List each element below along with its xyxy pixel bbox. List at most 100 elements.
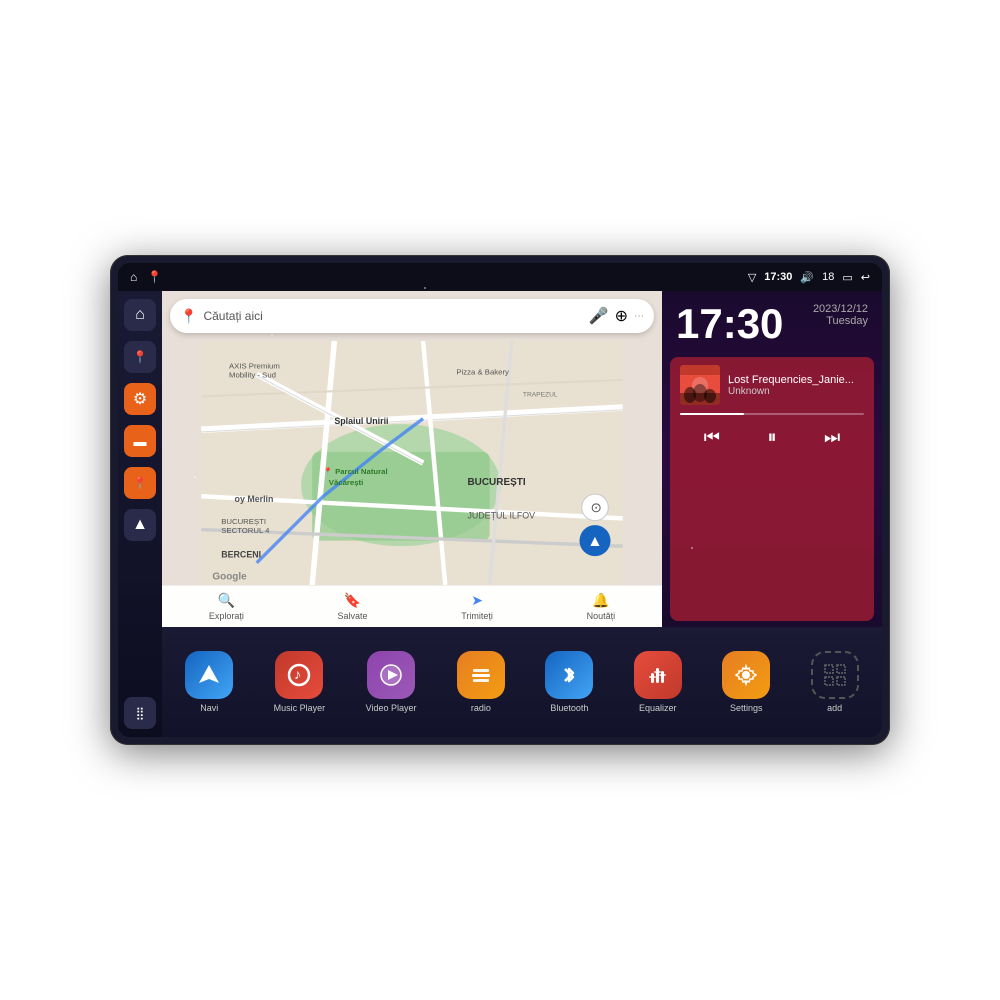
- track-details: Lost Frequencies_Janie... Unknown: [728, 374, 864, 397]
- settings-icon: ⚙: [133, 389, 147, 409]
- wifi-icon: ▽: [748, 271, 756, 284]
- settings-label: Settings: [730, 703, 763, 713]
- svg-text:Google: Google: [212, 571, 247, 582]
- battery-icon: ▭: [842, 271, 852, 284]
- sidebar-arrow-btn[interactable]: ▲: [124, 509, 156, 541]
- app-grid-section: Navi ♪ Music Player: [162, 627, 882, 737]
- location-status-icon: 📍: [147, 270, 162, 284]
- right-panel: 17:30 2023/12/12 Tuesday: [662, 291, 882, 627]
- map-nav-news[interactable]: 🔔 Noutăți: [587, 592, 616, 621]
- music-track-info: Lost Frequencies_Janie... Unknown: [680, 365, 864, 405]
- app-grid: Navi ♪ Music Player: [172, 651, 872, 713]
- arrow-up-icon: ▲: [132, 516, 148, 534]
- music-icon-wrap: ♪: [275, 651, 323, 699]
- svg-text:BUCUREȘTI: BUCUREȘTI: [467, 477, 525, 488]
- clock-time: 17:30: [676, 303, 783, 345]
- svg-text:AXIS Premium: AXIS Premium: [229, 362, 280, 371]
- svg-text:BERCENI: BERCENI: [221, 549, 261, 559]
- map-nav-saved[interactable]: 🔖 Salvate: [338, 592, 368, 621]
- status-bar: ⌂ 📍 ▽ 17:30 🔊 18 ▭ ↩: [118, 263, 882, 291]
- map-nav-send[interactable]: ➤ Trimiteți: [461, 592, 493, 621]
- map-search-icons: 🎤 ⊕ ⋯: [589, 306, 644, 326]
- more-icon[interactable]: ⋯: [634, 311, 644, 322]
- app-item-video[interactable]: Video Player: [366, 651, 417, 713]
- svg-text:▲: ▲: [587, 533, 602, 550]
- svg-text:Splaiul Unirii: Splaiul Unirii: [334, 416, 388, 426]
- send-icon: ➤: [471, 592, 483, 609]
- saved-icon: 🔖: [344, 592, 361, 609]
- music-progress-bar[interactable]: [680, 413, 864, 415]
- home-icon: ⌂: [135, 306, 145, 324]
- music-label: Music Player: [274, 703, 326, 713]
- clock-date: 2023/12/12 Tuesday: [813, 303, 868, 327]
- add-label: add: [827, 703, 842, 713]
- sidebar-home-btn[interactable]: ⌂: [124, 299, 156, 331]
- settings-icon-wrap: [722, 651, 770, 699]
- app-item-settings[interactable]: Settings: [722, 651, 770, 713]
- news-label: Noutăți: [587, 611, 616, 621]
- equalizer-label: Equalizer: [639, 703, 677, 713]
- sidebar-files-btn[interactable]: ▬: [124, 425, 156, 457]
- bluetooth-label: Bluetooth: [550, 703, 588, 713]
- saved-label: Salvate: [338, 611, 368, 621]
- car-display-device: ⌂ 📍 ▽ 17:30 🔊 18 ▭ ↩ ⌂ 📍: [110, 255, 890, 745]
- app-item-bluetooth[interactable]: Bluetooth: [545, 651, 593, 713]
- clock-date-day: Tuesday: [813, 315, 868, 327]
- svg-text:⊙: ⊙: [591, 500, 602, 515]
- map-bottom-nav: 🔍 Explorați 🔖 Salvate ➤ Trimiteți: [162, 585, 662, 627]
- clock-area: 17:30 2023/12/12 Tuesday: [662, 291, 882, 353]
- sidebar: ⌂ 📍 ⚙ ▬ 📍 ▲ ⣿: [118, 291, 162, 737]
- sidebar-nav-btn[interactable]: 📍: [124, 467, 156, 499]
- app-item-radio[interactable]: radio: [457, 651, 505, 713]
- map-search-bar[interactable]: 📍 Căutați aici 🎤 ⊕ ⋯: [170, 299, 654, 333]
- sidebar-settings-btn[interactable]: ⚙: [124, 383, 156, 415]
- files-icon: ▬: [134, 434, 147, 449]
- eq-icon-wrap: [634, 651, 682, 699]
- back-icon[interactable]: ↩: [861, 271, 870, 284]
- sidebar-maps-btn[interactable]: 📍: [124, 341, 156, 373]
- next-button[interactable]: ⏭: [816, 423, 848, 452]
- svg-text:BUCUREȘTI: BUCUREȘTI: [221, 517, 266, 526]
- maps-icon: 📍: [133, 350, 148, 364]
- nav-icon: 📍: [133, 476, 148, 490]
- app-item-navi[interactable]: Navi: [185, 651, 233, 713]
- album-art: [680, 365, 720, 405]
- battery-level: 18: [822, 271, 834, 283]
- status-right: ▽ 17:30 🔊 18 ▭ ↩: [748, 271, 870, 284]
- svg-text:♪: ♪: [294, 666, 301, 682]
- navi-icon-wrap: [185, 651, 233, 699]
- layers-icon[interactable]: ⊕: [615, 306, 628, 326]
- news-icon: 🔔: [592, 592, 609, 609]
- add-icon-wrap: [811, 651, 859, 699]
- svg-text:📍 Parcul Natural: 📍 Parcul Natural: [323, 466, 387, 476]
- status-left: ⌂ 📍: [130, 270, 162, 284]
- explore-label: Explorați: [209, 611, 244, 621]
- prev-button[interactable]: ⏮: [696, 423, 728, 452]
- pause-button[interactable]: ⏸: [760, 423, 785, 452]
- map-pin-icon: 📍: [180, 308, 197, 325]
- mic-icon[interactable]: 🎤: [589, 306, 609, 326]
- center-area: 📍 Căutați aici 🎤 ⊕ ⋯: [162, 291, 882, 737]
- app-item-add[interactable]: add: [811, 651, 859, 713]
- map-nav-explore[interactable]: 🔍 Explorați: [209, 592, 244, 621]
- explore-icon: 🔍: [218, 592, 235, 609]
- svg-text:Văcărești: Văcărești: [329, 478, 363, 487]
- status-time: 17:30: [764, 271, 792, 283]
- bt-icon-wrap: [545, 651, 593, 699]
- track-title: Lost Frequencies_Janie...: [728, 374, 864, 386]
- clock-date-main: 2023/12/12: [813, 303, 868, 315]
- progress-fill: [680, 413, 744, 415]
- navi-label: Navi: [200, 703, 218, 713]
- track-artist: Unknown: [728, 386, 864, 397]
- main-content: ⌂ 📍 ⚙ ▬ 📍 ▲ ⣿: [118, 291, 882, 737]
- music-controls: ⏮ ⏸ ⏭: [680, 423, 864, 452]
- app-item-equalizer[interactable]: Equalizer: [634, 651, 682, 713]
- device-screen: ⌂ 📍 ▽ 17:30 🔊 18 ▭ ↩ ⌂ 📍: [118, 263, 882, 737]
- app-item-music[interactable]: ♪ Music Player: [274, 651, 326, 713]
- sidebar-grid-btn[interactable]: ⣿: [124, 697, 156, 729]
- volume-icon: 🔊: [800, 271, 814, 284]
- map-container[interactable]: 📍 Căutați aici 🎤 ⊕ ⋯: [162, 291, 662, 627]
- grid-icon: ⣿: [136, 706, 145, 720]
- svg-text:SECTORUL 4: SECTORUL 4: [221, 526, 270, 535]
- music-player: Lost Frequencies_Janie... Unknown ⏮ ⏸ ⏭: [670, 357, 874, 621]
